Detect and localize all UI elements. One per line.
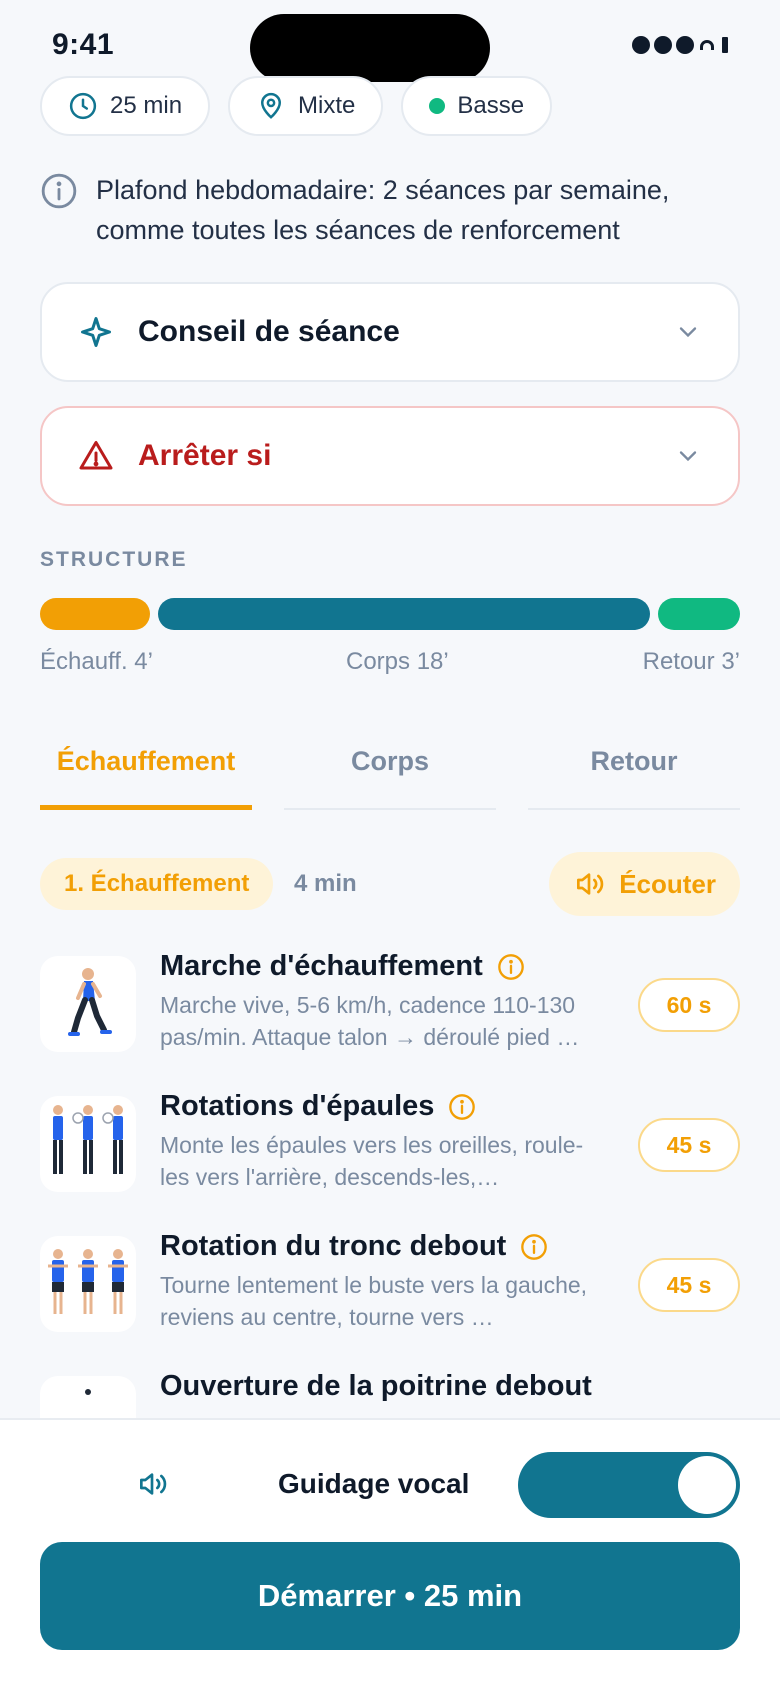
sparkle-icon bbox=[78, 314, 114, 350]
walking-figure-icon bbox=[40, 956, 136, 1052]
toggle-knob bbox=[678, 1456, 736, 1514]
status-time: 9:41 bbox=[52, 28, 115, 61]
duration-chip: 25 min bbox=[40, 76, 211, 136]
duration-chip-label: 25 min bbox=[110, 92, 183, 119]
structure-segment-cooldown bbox=[658, 598, 740, 630]
listen-label: Écouter bbox=[619, 868, 716, 899]
structure-label-cooldown: Retour 3’ bbox=[642, 648, 740, 675]
exercise-duration: 45 s bbox=[638, 1118, 740, 1172]
exercise-description: Tourne lentement le buste vers la gauche… bbox=[160, 1272, 588, 1330]
structure-label-warmup: Échauff. 4’ bbox=[40, 648, 153, 675]
location-chip: Mixte bbox=[228, 76, 384, 136]
bottom-panel: Guidage vocal Démarrer • 25 min bbox=[0, 1418, 780, 1688]
tab-warmup[interactable]: Échauffement bbox=[40, 730, 252, 810]
phase-duration: 4 min bbox=[294, 870, 357, 897]
status-icons bbox=[632, 36, 728, 54]
green-dot-icon bbox=[429, 98, 446, 114]
wifi-icon bbox=[700, 40, 714, 50]
info-text: Plafond hebdomadaire: 2 séances par sema… bbox=[96, 175, 670, 245]
exercise-list: Marche d'échauffement Marche vive, 5-6 k… bbox=[40, 950, 740, 1420]
start-button[interactable]: Démarrer • 25 min bbox=[40, 1542, 740, 1650]
dynamic-island bbox=[250, 14, 490, 82]
info-icon[interactable] bbox=[497, 953, 525, 981]
exercise-item[interactable]: Marche d'échauffement Marche vive, 5-6 k… bbox=[40, 950, 740, 1090]
weekly-limit-info: Plafond hebdomadaire: 2 séances par sema… bbox=[40, 170, 740, 250]
speaker-icon bbox=[136, 1468, 168, 1500]
clock-icon bbox=[69, 92, 97, 120]
location-pin-icon bbox=[261, 92, 282, 119]
accordion-title: Arrêter si bbox=[138, 439, 272, 472]
exercise-name: Rotations d'épaules bbox=[160, 1090, 435, 1122]
info-icon bbox=[41, 173, 77, 209]
info-icon[interactable] bbox=[448, 1093, 476, 1121]
signal-icon bbox=[632, 36, 650, 54]
chevron-down-icon bbox=[674, 442, 702, 470]
intensity-chip-label: Basse bbox=[457, 92, 525, 119]
info-icon[interactable] bbox=[520, 1233, 548, 1261]
phase-header: 1. Échauffement 4 min Écouter bbox=[40, 852, 740, 916]
exercise-item[interactable]: Rotations d'épaules Monte les épaules ve… bbox=[40, 1090, 740, 1230]
voice-guidance-label: Guidage vocal bbox=[278, 1468, 470, 1499]
structure-label-body: Corps 18’ bbox=[346, 648, 449, 675]
structure-label: STRUCTURE bbox=[40, 548, 188, 571]
trunk-rotation-figure-icon bbox=[40, 1236, 136, 1332]
exercise-duration: 60 s bbox=[638, 978, 740, 1032]
accordion-title: Conseil de séance bbox=[138, 315, 400, 348]
structure-labels: Échauff. 4’ Corps 18’ Retour 3’ bbox=[40, 648, 740, 678]
signal-icon bbox=[654, 36, 672, 54]
exercise-name: Marche d'échauffement bbox=[160, 950, 483, 982]
location-chip-label: Mixte bbox=[298, 92, 356, 119]
exercise-description: Monte les épaules vers les oreilles, rou… bbox=[160, 1132, 584, 1190]
chest-opener-figure-icon bbox=[40, 1376, 136, 1420]
exercise-item[interactable]: Ouverture de la poitrine debout bbox=[40, 1370, 740, 1420]
structure-segment-body bbox=[158, 598, 650, 630]
exercise-name: Rotation du tronc debout bbox=[160, 1230, 507, 1262]
session-advice-accordion[interactable]: Conseil de séance bbox=[40, 282, 740, 382]
chevron-down-icon bbox=[674, 318, 702, 346]
listen-button[interactable]: Écouter bbox=[549, 852, 740, 916]
voice-guidance-toggle[interactable] bbox=[518, 1452, 740, 1518]
structure-segment-warmup bbox=[40, 598, 150, 630]
phase-pill: 1. Échauffement bbox=[40, 858, 274, 910]
exercise-item[interactable]: Rotation du tronc debout Tourne lentemen… bbox=[40, 1230, 740, 1370]
shoulder-rotation-figure-icon bbox=[40, 1096, 136, 1192]
intensity-chip: Basse bbox=[401, 76, 553, 136]
exercise-duration: 45 s bbox=[638, 1258, 740, 1312]
stop-if-accordion[interactable]: Arrêter si bbox=[40, 406, 740, 506]
warning-icon bbox=[78, 438, 114, 474]
tab-body[interactable]: Corps bbox=[284, 730, 496, 810]
session-chips: 25 min Mixte Basse bbox=[40, 76, 553, 136]
structure-bar bbox=[40, 598, 740, 630]
exercise-description: Marche vive, 5-6 km/h, cadence 110-130 p… bbox=[160, 992, 580, 1050]
speaker-icon bbox=[577, 873, 604, 895]
tab-cooldown[interactable]: Retour bbox=[528, 730, 740, 810]
voice-guidance-row: Guidage vocal bbox=[40, 1452, 740, 1518]
exercise-name: Ouverture de la poitrine debout bbox=[160, 1370, 592, 1402]
signal-icon bbox=[676, 36, 694, 54]
phase-tabs: Échauffement Corps Retour bbox=[40, 730, 740, 810]
battery-icon bbox=[722, 37, 728, 53]
